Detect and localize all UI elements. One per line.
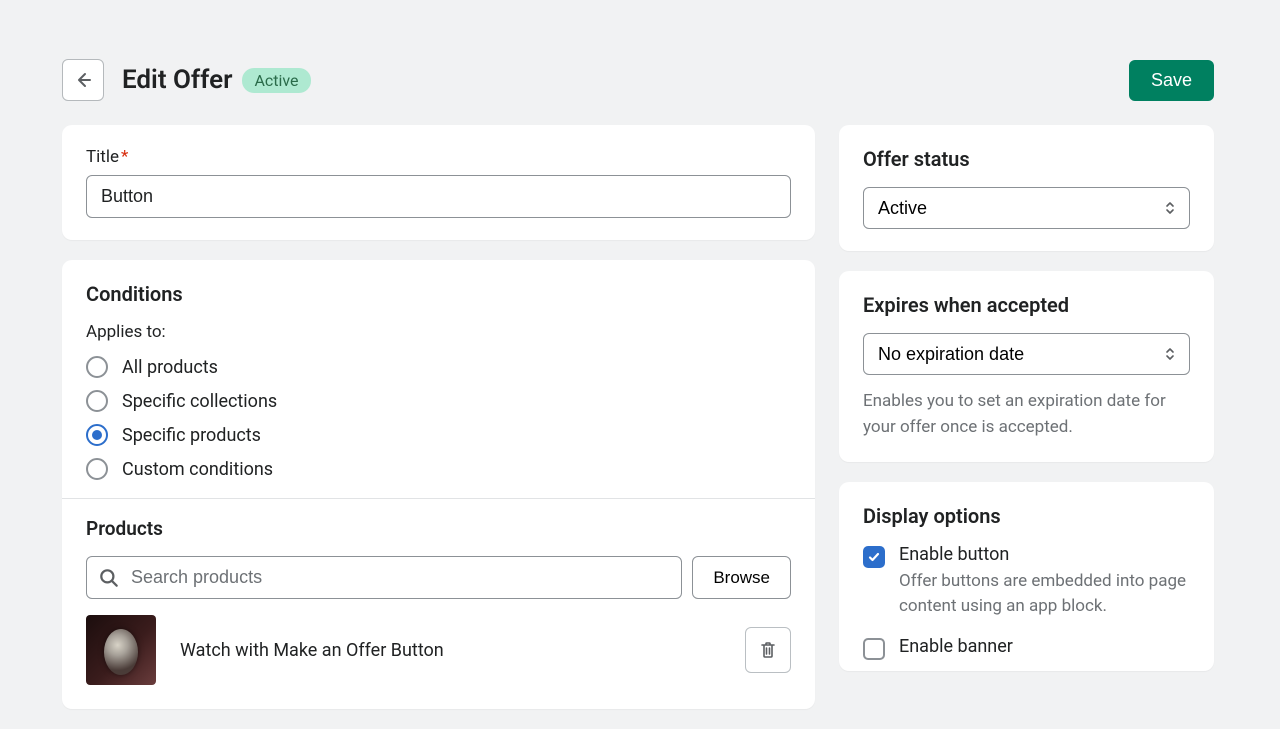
page-header: Edit Offer Active Save [62,59,1214,101]
enable-button-checkbox[interactable] [863,546,885,568]
check-icon [867,550,881,564]
browse-button[interactable]: Browse [692,556,791,599]
offer-status-select[interactable]: Active [863,187,1190,229]
display-options-card: Display options Enable button Offer butt… [839,482,1214,671]
radio-custom-conditions[interactable]: Custom conditions [86,458,791,480]
radio-icon [86,458,108,480]
expires-heading: Expires when accepted [863,293,1190,317]
enable-button-desc: Offer buttons are embedded into page con… [899,569,1190,618]
radio-icon [86,390,108,412]
applies-to-label: Applies to: [86,322,791,342]
conditions-heading: Conditions [86,282,791,306]
search-icon [98,567,120,589]
trash-icon [758,640,778,660]
offer-status-card: Offer status Active [839,125,1214,251]
expires-help-text: Enables you to set an expiration date fo… [863,389,1190,440]
enable-banner-checkbox[interactable] [863,638,885,660]
search-products-input[interactable] [86,556,682,599]
title-input[interactable] [86,175,791,218]
expires-card: Expires when accepted No expiration date… [839,271,1214,462]
product-thumbnail [86,615,156,685]
radio-specific-collections[interactable]: Specific collections [86,390,791,412]
enable-banner-label: Enable banner [899,636,1013,657]
product-name: Watch with Make an Offer Button [180,640,721,661]
divider [62,498,815,499]
title-label: Title* [86,147,791,167]
radio-icon [86,356,108,378]
product-row: Watch with Make an Offer Button [86,615,791,685]
arrow-left-icon [73,70,93,90]
products-heading: Products [86,517,791,540]
back-button[interactable] [62,59,104,101]
display-options-heading: Display options [863,504,1190,528]
required-indicator: * [121,147,128,167]
expires-select[interactable]: No expiration date [863,333,1190,375]
page-title: Edit Offer [122,65,232,95]
conditions-card: Conditions Applies to: All products Spec… [62,260,815,709]
enable-button-label: Enable button [899,544,1190,565]
offer-status-heading: Offer status [863,147,1190,171]
radio-icon [86,424,108,446]
radio-specific-products[interactable]: Specific products [86,424,791,446]
delete-product-button[interactable] [745,627,791,673]
status-badge: Active [242,68,310,93]
save-button[interactable]: Save [1129,60,1214,101]
radio-all-products[interactable]: All products [86,356,791,378]
title-card: Title* [62,125,815,240]
